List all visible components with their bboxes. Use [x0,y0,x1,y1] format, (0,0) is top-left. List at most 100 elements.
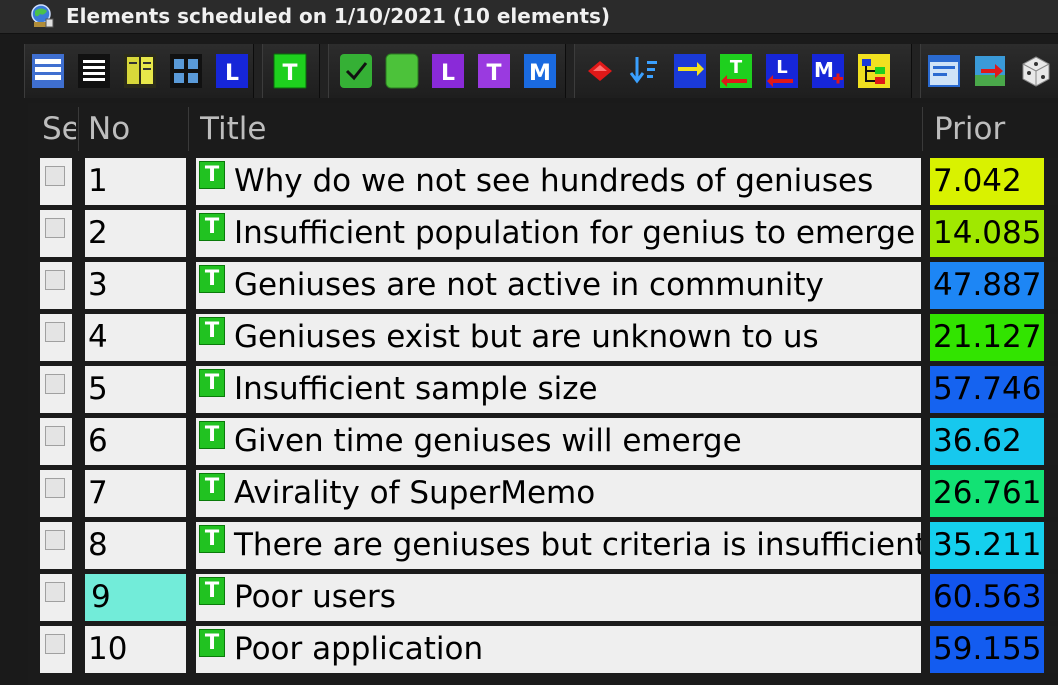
row-select-cell [40,210,72,257]
row-number[interactable]: 5 [85,366,186,413]
row-edge [1044,366,1058,413]
topic-type-icon: T [199,317,225,345]
filter-l-icon[interactable]: L [215,53,249,89]
row-title-cell[interactable]: T Avirality of SuperMemo [196,470,921,517]
row-checkbox[interactable] [45,218,65,238]
columns-icon[interactable] [123,53,157,89]
row-checkbox[interactable] [45,322,65,342]
row-checkbox[interactable] [45,270,65,290]
row-priority[interactable]: 26.761 [930,470,1044,517]
toolbar-group-view: L [24,44,254,98]
column-header-no[interactable]: No [88,103,186,155]
svg-text:T: T [486,61,501,86]
row-number[interactable]: 7 [85,470,186,517]
row-checkbox[interactable] [45,634,65,654]
dice-icon[interactable] [1019,53,1053,89]
table-row[interactable]: 1 T Why do we not see hundreds of geniuses… [28,155,1058,207]
table-row[interactable]: 8 T There are geniuses but criteria is ins… [28,519,1058,571]
table-row[interactable]: 7 T Avirality of SuperMemo 26.761 [28,467,1058,519]
row-select-cell [40,626,72,673]
row-checkbox[interactable] [45,426,65,446]
header-separator [188,107,189,151]
row-title-cell[interactable]: T Why do we not see hundreds of geniuses [196,158,921,205]
row-number[interactable]: 6 [85,418,186,465]
row-priority[interactable]: 47.887 [930,262,1044,309]
row-checkbox[interactable] [45,374,65,394]
compact-list-icon[interactable] [77,53,111,89]
row-checkbox[interactable] [45,478,65,498]
row-title-cell[interactable]: T Insufficient sample size [196,366,921,413]
row-title-cell[interactable]: T Poor application [196,626,921,673]
purple-t-icon[interactable]: T [477,53,511,89]
table-row[interactable]: 6 T Given time geniuses will emerge 36.62 [28,415,1058,467]
row-number[interactable]: 9 [85,574,186,621]
row-title-cell[interactable]: T Insufficient population for genius to e… [196,210,921,257]
t-arrow-icon[interactable]: T [719,53,753,89]
svg-text:M: M [814,58,834,82]
row-select-cell [40,574,72,621]
arrows-icon[interactable] [673,53,707,89]
tree-icon[interactable] [857,53,891,89]
window-icon[interactable] [927,53,961,89]
row-number[interactable]: 2 [85,210,186,257]
row-select-cell [40,522,72,569]
row-priority[interactable]: 21.127 [930,314,1044,361]
topic-type-icon: T [199,161,225,189]
row-priority[interactable]: 36.62 [930,418,1044,465]
table-row[interactable]: 3 T Geniuses are not active in community 47… [28,259,1058,311]
checkmark-icon[interactable] [339,53,373,89]
list-view-icon[interactable] [31,53,65,89]
row-select-cell [40,158,72,205]
row-priority[interactable]: 60.563 [930,574,1044,621]
row-select-cell [40,366,72,413]
row-priority[interactable]: 35.211 [930,522,1044,569]
l-arrow-icon[interactable]: L [765,53,799,89]
table-row[interactable]: 9 T Poor users 60.563 [28,571,1058,623]
table-row[interactable]: 10 T Poor application 59.155 [28,623,1058,675]
row-title: Insufficient sample size [234,371,598,407]
row-checkbox[interactable] [45,530,65,550]
row-title: Poor application [234,631,484,667]
window-title: Elements scheduled on 1/10/2021 (10 elem… [66,4,611,28]
row-priority[interactable]: 59.155 [930,626,1044,673]
export-icon[interactable] [973,53,1007,89]
row-number[interactable]: 10 [85,626,186,673]
svg-text:L: L [225,61,239,86]
m-plus-icon[interactable]: M [811,53,845,89]
row-priority[interactable]: 7.042 [930,158,1044,205]
sort-down-icon[interactable] [627,53,661,89]
row-number[interactable]: 3 [85,262,186,309]
topic-type-icon: T [199,265,225,293]
row-number[interactable]: 8 [85,522,186,569]
row-number[interactable]: 1 [85,158,186,205]
header-separator [78,107,79,151]
column-header-sel[interactable]: Sel [42,103,76,155]
table-row[interactable]: 5 T Insufficient sample size 57.746 [28,363,1058,415]
toolbar-group-elements: L T M [328,44,566,98]
row-title-cell[interactable]: T Poor users [196,574,921,621]
row-title-cell[interactable]: T Given time geniuses will emerge [196,418,921,465]
topic-type-icon: T [199,421,225,449]
topic-type-icon: T [199,525,225,553]
row-checkbox[interactable] [45,582,65,602]
row-priority[interactable]: 57.746 [930,366,1044,413]
row-checkbox[interactable] [45,166,65,186]
table-row[interactable]: 2 T Insufficient population for genius to … [28,207,1058,259]
row-title-cell[interactable]: T Geniuses are not active in community [196,262,921,309]
row-number[interactable]: 4 [85,314,186,361]
red-diamond-icon[interactable] [583,53,617,89]
column-header-title[interactable]: Title [200,103,900,155]
filter-t-icon[interactable]: T [273,53,307,89]
green-square-icon[interactable] [385,53,419,89]
blue-m-icon[interactable]: M [523,53,557,89]
row-title-cell[interactable]: T Geniuses exist but are unknown to us [196,314,921,361]
row-priority[interactable]: 14.085 [930,210,1044,257]
column-header-prior[interactable]: Prior [934,103,1044,155]
topic-type-icon: T [199,577,225,605]
grid-view-icon[interactable] [169,53,203,89]
row-title-cell[interactable]: T There are geniuses but criteria is insu… [196,522,921,569]
row-edge [1044,158,1058,205]
table-row[interactable]: 4 T Geniuses exist but are unknown to us 21… [28,311,1058,363]
purple-l-icon[interactable]: L [431,53,465,89]
row-title: Insufficient population for genius to em… [234,215,916,251]
